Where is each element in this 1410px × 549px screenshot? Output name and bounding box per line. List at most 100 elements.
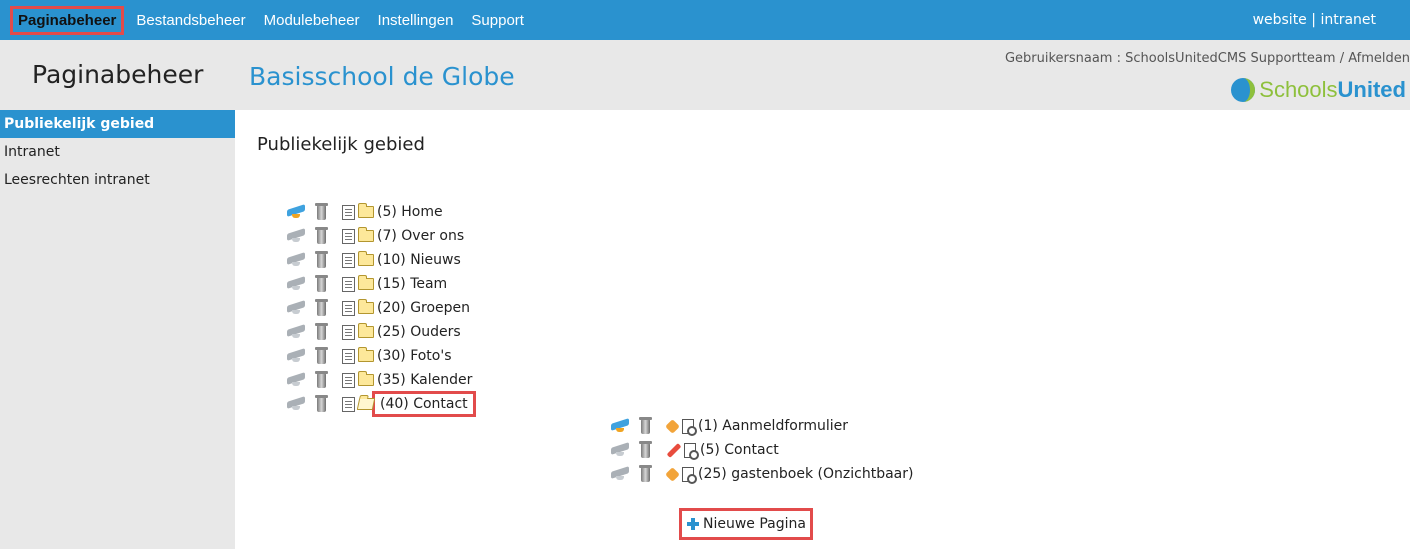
publish-hat-icon[interactable] [287, 349, 305, 363]
user-separator: / [1335, 51, 1349, 66]
folder-icon[interactable] [358, 371, 374, 386]
nav-bestandsbeheer[interactable]: Bestandsbeheer [136, 12, 245, 29]
publish-hat-icon[interactable] [611, 443, 629, 457]
publish-hat-icon[interactable] [287, 277, 305, 291]
tree-item-label-contact[interactable]: (40) Contact [372, 391, 476, 417]
sidebar-item-leesrechten-intranet[interactable]: Leesrechten intranet [0, 166, 235, 194]
nav-support[interactable]: Support [471, 12, 524, 29]
publish-hat-icon[interactable] [287, 205, 305, 219]
subpage-label[interactable]: (5) Contact [700, 442, 779, 458]
schoolsunited-logo: SchoolsUnited [1229, 76, 1406, 104]
site-switcher-separator: | [1311, 12, 1316, 28]
publish-hat-icon[interactable] [611, 467, 629, 481]
trash-icon[interactable] [315, 202, 328, 220]
trash-icon[interactable] [315, 274, 328, 292]
edit-page-icon[interactable] [342, 252, 355, 268]
plus-icon [686, 517, 700, 531]
tree-item-label[interactable]: (10) Nieuws [377, 252, 461, 268]
folder-icon[interactable] [358, 251, 374, 266]
folder-icon[interactable] [358, 275, 374, 290]
folder-open-icon[interactable] [356, 398, 376, 410]
folder-icon[interactable] [358, 227, 374, 242]
section-title: Paginabeheer [32, 60, 204, 89]
folder-icon[interactable] [358, 347, 374, 362]
edit-page-icon[interactable] [342, 228, 355, 244]
tree-row: (15) Team [287, 272, 472, 296]
tree-item-label[interactable]: (30) Foto's [377, 348, 452, 364]
top-menu-bar: Paginabeheer Bestandsbeheer Modulebeheer… [0, 0, 1410, 40]
publish-hat-icon[interactable] [287, 229, 305, 243]
tree-row: (20) Groepen [287, 296, 472, 320]
page-title: Publiekelijk gebied [257, 134, 425, 155]
logo-text-part1: Schools [1259, 77, 1338, 102]
new-page-button[interactable]: Nieuwe Pagina [679, 508, 813, 540]
publish-hat-icon[interactable] [287, 373, 305, 387]
intranet-link[interactable]: intranet [1320, 12, 1376, 28]
user-name: SchoolsUnitedCMS Supportteam [1125, 51, 1336, 66]
tree-item-label[interactable]: (20) Groepen [377, 300, 470, 316]
package-icon[interactable] [665, 418, 680, 434]
edit-page-icon[interactable] [342, 372, 355, 388]
contact-subpages: (1) Aanmeldformulier (5) Contact (25) ga… [611, 414, 913, 486]
publish-hat-icon[interactable] [287, 253, 305, 267]
edit-page-icon[interactable] [342, 396, 355, 412]
trash-icon[interactable] [315, 394, 328, 412]
sidebar-item-publiekelijk-gebied[interactable]: Publiekelijk gebied [0, 110, 235, 138]
trash-icon[interactable] [315, 250, 328, 268]
tree-row: (40) Contact [287, 391, 476, 417]
subpage-row: (1) Aanmeldformulier [611, 414, 913, 438]
preview-page-icon[interactable] [682, 418, 697, 436]
preview-page-icon[interactable] [684, 442, 699, 460]
trash-icon[interactable] [639, 440, 652, 458]
site-switcher: website | intranet [1253, 12, 1376, 28]
tree-row: (7) Over ons [287, 224, 472, 248]
subpage-row: (5) Contact [611, 438, 913, 462]
tree-item-label[interactable]: (7) Over ons [377, 228, 464, 244]
edit-page-icon[interactable] [342, 276, 355, 292]
trash-icon[interactable] [315, 346, 328, 364]
tree-row: (35) Kalender [287, 368, 472, 392]
preview-page-icon[interactable] [682, 466, 697, 484]
tree-row: (10) Nieuws [287, 248, 472, 272]
edit-page-icon[interactable] [342, 324, 355, 340]
subpage-label[interactable]: (1) Aanmeldformulier [698, 418, 848, 434]
user-info: Gebruikersnaam : SchoolsUnitedCMS Suppor… [1005, 51, 1410, 66]
publish-hat-icon[interactable] [287, 397, 305, 411]
tree-row: (25) Ouders [287, 320, 472, 344]
tree-item-label[interactable]: (35) Kalender [377, 372, 472, 388]
trash-icon[interactable] [315, 226, 328, 244]
tree-item-label[interactable]: (25) Ouders [377, 324, 461, 340]
subpage-label[interactable]: (25) gastenboek (Onzichtbaar) [698, 466, 913, 482]
package-icon[interactable] [665, 466, 680, 482]
edit-page-icon[interactable] [342, 204, 355, 220]
edit-page-icon[interactable] [342, 300, 355, 316]
nav-modulebeheer[interactable]: Modulebeheer [264, 12, 360, 29]
sidebar: Publiekelijk gebied Intranet Leesrechten… [0, 110, 235, 549]
tree-item-label[interactable]: (5) Home [377, 204, 443, 220]
publish-hat-icon[interactable] [611, 419, 629, 433]
trash-icon[interactable] [639, 416, 652, 434]
user-label: Gebruikersnaam : [1004, 51, 1126, 66]
nav-instellingen[interactable]: Instellingen [378, 12, 454, 29]
edit-page-icon[interactable] [342, 348, 355, 364]
trash-icon[interactable] [315, 322, 328, 340]
tree-row: (5) Home [287, 200, 472, 224]
folder-icon[interactable] [358, 203, 374, 218]
publish-hat-icon[interactable] [287, 325, 305, 339]
top-nav: Paginabeheer Bestandsbeheer Modulebeheer… [0, 0, 542, 40]
folder-icon[interactable] [358, 299, 374, 314]
publish-hat-icon[interactable] [287, 301, 305, 315]
site-title: Basisschool de Globe [249, 62, 515, 91]
sidebar-item-intranet[interactable]: Intranet [0, 138, 235, 166]
trash-icon[interactable] [315, 370, 328, 388]
folder-icon[interactable] [358, 323, 374, 338]
pencil-icon[interactable] [666, 442, 682, 458]
page-tree: (5) Home (7) Over ons (10) Nieuws (15) T… [287, 200, 476, 417]
trash-icon[interactable] [315, 298, 328, 316]
trash-icon[interactable] [639, 464, 652, 482]
nav-paginabeheer[interactable]: Paginabeheer [9, 5, 125, 35]
globe-icon [1231, 78, 1256, 102]
website-link[interactable]: website [1253, 12, 1307, 28]
logout-link[interactable]: Afmelden [1348, 51, 1410, 66]
tree-item-label[interactable]: (15) Team [377, 276, 447, 292]
